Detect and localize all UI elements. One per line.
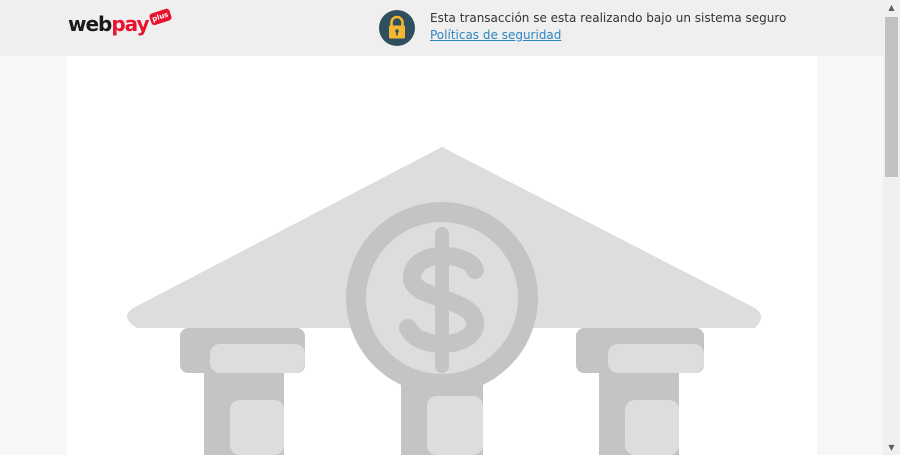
header-bar: web pay plus Esta transacción se esta re… <box>0 0 883 56</box>
security-policies-link[interactable]: Políticas de seguridad <box>430 28 561 42</box>
scroll-down-arrow-icon[interactable]: ▼ <box>883 440 900 455</box>
bank-dollar-icon <box>127 147 761 455</box>
logo-web-text: web <box>68 12 112 36</box>
main-content-panel <box>67 56 817 455</box>
scrollbar-thumb[interactable] <box>885 17 898 177</box>
scroll-up-arrow-icon[interactable]: ▲ <box>883 0 900 15</box>
logo-pay-text: pay <box>111 12 149 36</box>
webpay-plus-logo: web pay plus <box>68 8 172 38</box>
vertical-scrollbar[interactable]: ▲ ▼ <box>883 0 900 455</box>
security-notice: Esta transacción se esta realizando bajo… <box>430 10 815 44</box>
padlock-icon <box>379 10 415 46</box>
logo-plus-badge: plus <box>148 8 172 26</box>
security-text: Esta transacción se esta realizando bajo… <box>430 11 787 25</box>
